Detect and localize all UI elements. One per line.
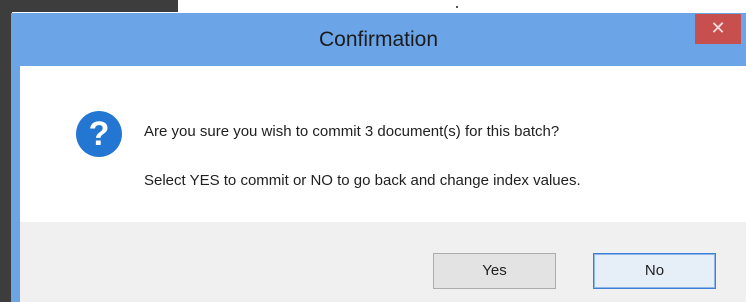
close-button[interactable]: ✕ <box>695 14 741 44</box>
background-window-edge-top <box>0 0 178 12</box>
dialog-titlebar[interactable]: Confirmation ✕ <box>11 13 746 66</box>
message-line-1: Are you sure you wish to commit 3 docume… <box>144 123 560 140</box>
dialog-content: ? Are you sure you wish to commit 3 docu… <box>20 66 746 222</box>
question-icon: ? <box>76 111 122 157</box>
background-artifact <box>456 6 458 8</box>
no-button[interactable]: No <box>593 253 716 289</box>
dialog-button-bar: Yes No <box>20 222 746 302</box>
close-icon: ✕ <box>710 18 726 38</box>
confirmation-dialog: Confirmation ✕ ? Are you sure you wish t… <box>11 13 746 302</box>
yes-button[interactable]: Yes <box>433 253 556 289</box>
message-line-2: Select YES to commit or NO to go back an… <box>144 172 581 189</box>
dialog-title: Confirmation <box>318 28 439 51</box>
